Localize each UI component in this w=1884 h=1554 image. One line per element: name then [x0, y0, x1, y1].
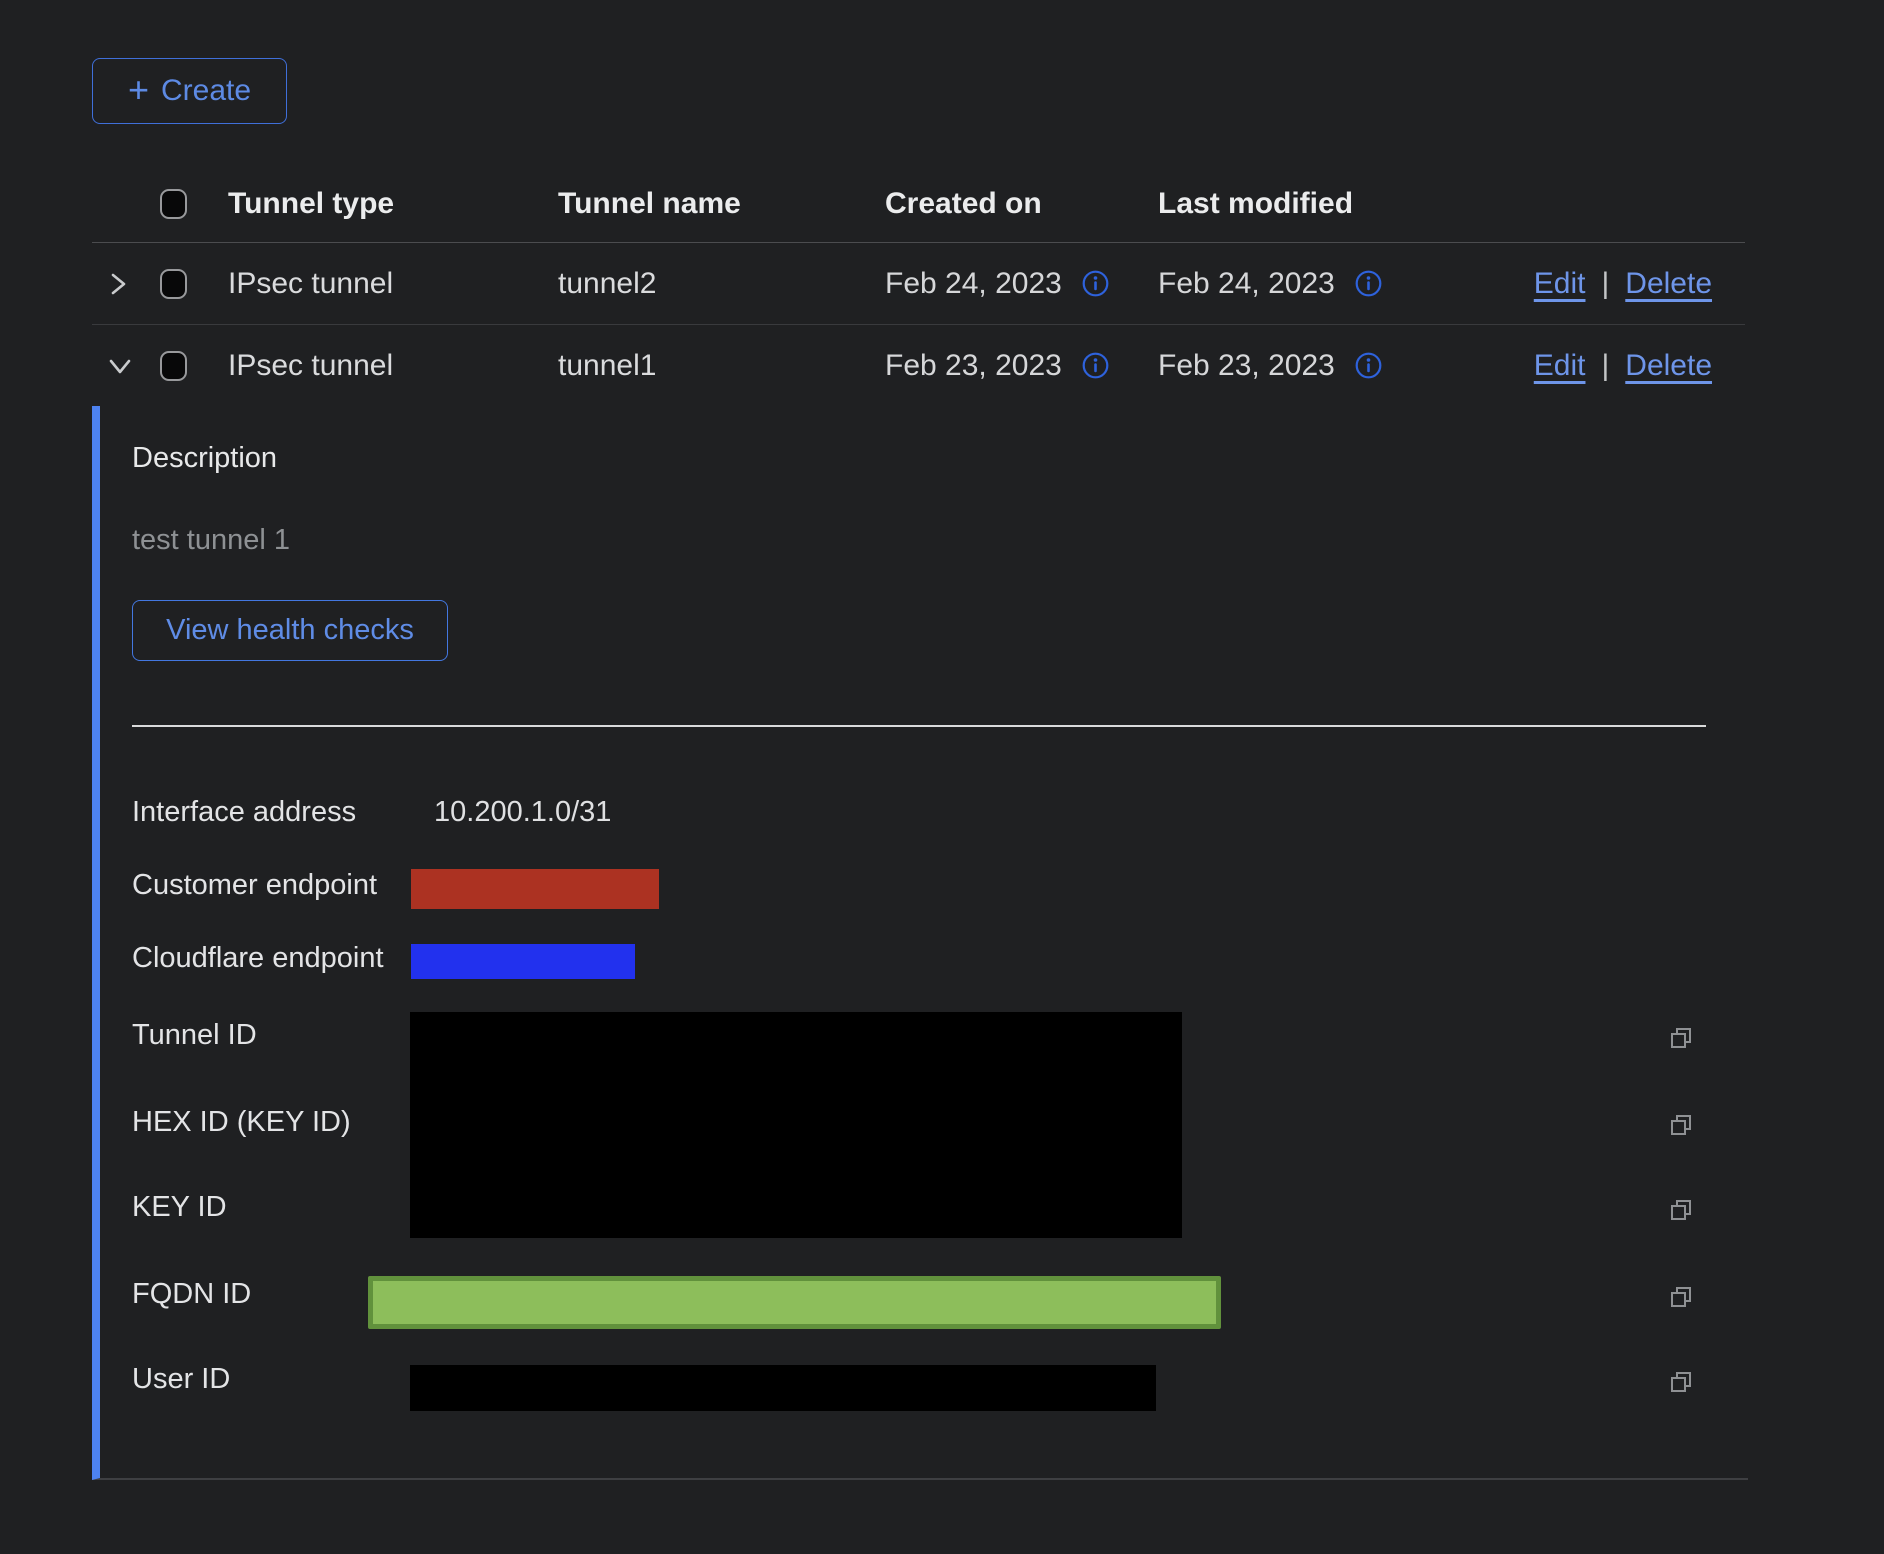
info-icon[interactable] [1355, 352, 1382, 379]
redacted-cloudflare-endpoint [411, 944, 635, 979]
copy-icon[interactable] [1669, 1026, 1695, 1052]
copy-icon[interactable] [1669, 1113, 1695, 1139]
table-row: IPsec tunnel tunnel2 Feb 24, 2023 Feb 24… [92, 243, 1745, 325]
header-last-modified: Last modified [1158, 187, 1353, 221]
row-actions: Edit | Delete [1534, 349, 1712, 383]
last-modified-date: Feb 24, 2023 [1158, 267, 1335, 301]
create-button[interactable]: + Create [92, 58, 287, 124]
copy-icon[interactable] [1669, 1370, 1695, 1396]
create-button-label: Create [161, 74, 251, 108]
interface-address-label: Interface address [132, 796, 356, 829]
expand-chevron-right-icon[interactable] [104, 268, 132, 300]
header-tunnel-type: Tunnel type [228, 187, 394, 221]
copy-icon[interactable] [1669, 1198, 1695, 1224]
plus-icon: + [128, 72, 149, 108]
actions-separator: | [1601, 349, 1609, 383]
delete-link[interactable]: Delete [1625, 349, 1712, 383]
row-actions: Edit | Delete [1534, 267, 1712, 301]
redacted-fqdn-id [368, 1276, 1221, 1329]
interface-address-value: 10.200.1.0/31 [434, 796, 611, 829]
info-icon[interactable] [1082, 270, 1109, 297]
redacted-customer-endpoint [411, 869, 659, 909]
customer-endpoint-label: Customer endpoint [132, 869, 377, 902]
header-created-on: Created on [885, 187, 1042, 221]
table-header: Tunnel type Tunnel name Created on Last … [92, 165, 1745, 243]
row-checkbox[interactable] [160, 351, 187, 381]
created-on-cell: Feb 23, 2023 [885, 349, 1109, 383]
edit-link[interactable]: Edit [1534, 349, 1586, 383]
key-id-label: KEY ID [132, 1191, 227, 1224]
select-all-checkbox[interactable] [160, 189, 187, 219]
tunnel-name-cell: tunnel2 [558, 267, 656, 301]
hex-id-label: HEX ID (KEY ID) [132, 1106, 351, 1139]
delete-link[interactable]: Delete [1625, 267, 1712, 301]
tunnels-page: + Create Tunnel type Tunnel name Created… [0, 0, 1884, 1554]
tunnel-id-label: Tunnel ID [132, 1019, 257, 1052]
last-modified-date: Feb 23, 2023 [1158, 349, 1335, 383]
cloudflare-endpoint-label: Cloudflare endpoint [132, 942, 384, 975]
row-checkbox[interactable] [160, 269, 187, 299]
redacted-user-id [410, 1365, 1156, 1411]
created-on-date: Feb 24, 2023 [885, 267, 1062, 301]
view-health-checks-label: View health checks [166, 614, 414, 647]
copy-icon[interactable] [1669, 1285, 1695, 1311]
header-tunnel-name: Tunnel name [558, 187, 741, 221]
expanded-tunnel-panel: Description test tunnel 1 View health ch… [92, 406, 1748, 1480]
edit-link[interactable]: Edit [1534, 267, 1586, 301]
info-icon[interactable] [1082, 352, 1109, 379]
info-icon[interactable] [1355, 270, 1382, 297]
section-divider [132, 725, 1706, 727]
tunnel-type-cell: IPsec tunnel [228, 267, 393, 301]
user-id-label: User ID [132, 1363, 230, 1396]
last-modified-cell: Feb 24, 2023 [1158, 267, 1382, 301]
created-on-cell: Feb 24, 2023 [885, 267, 1109, 301]
last-modified-cell: Feb 23, 2023 [1158, 349, 1382, 383]
description-label: Description [132, 442, 277, 475]
created-on-date: Feb 23, 2023 [885, 349, 1062, 383]
tunnel-name-cell: tunnel1 [558, 349, 656, 383]
table-row: IPsec tunnel tunnel1 Feb 23, 2023 Feb 23… [92, 325, 1745, 406]
redacted-ids-block [410, 1012, 1182, 1238]
collapse-chevron-down-icon[interactable] [104, 352, 136, 380]
tunnel-type-cell: IPsec tunnel [228, 349, 393, 383]
view-health-checks-button[interactable]: View health checks [132, 600, 448, 661]
actions-separator: | [1601, 267, 1609, 301]
description-value: test tunnel 1 [132, 524, 290, 557]
fqdn-id-label: FQDN ID [132, 1278, 251, 1311]
